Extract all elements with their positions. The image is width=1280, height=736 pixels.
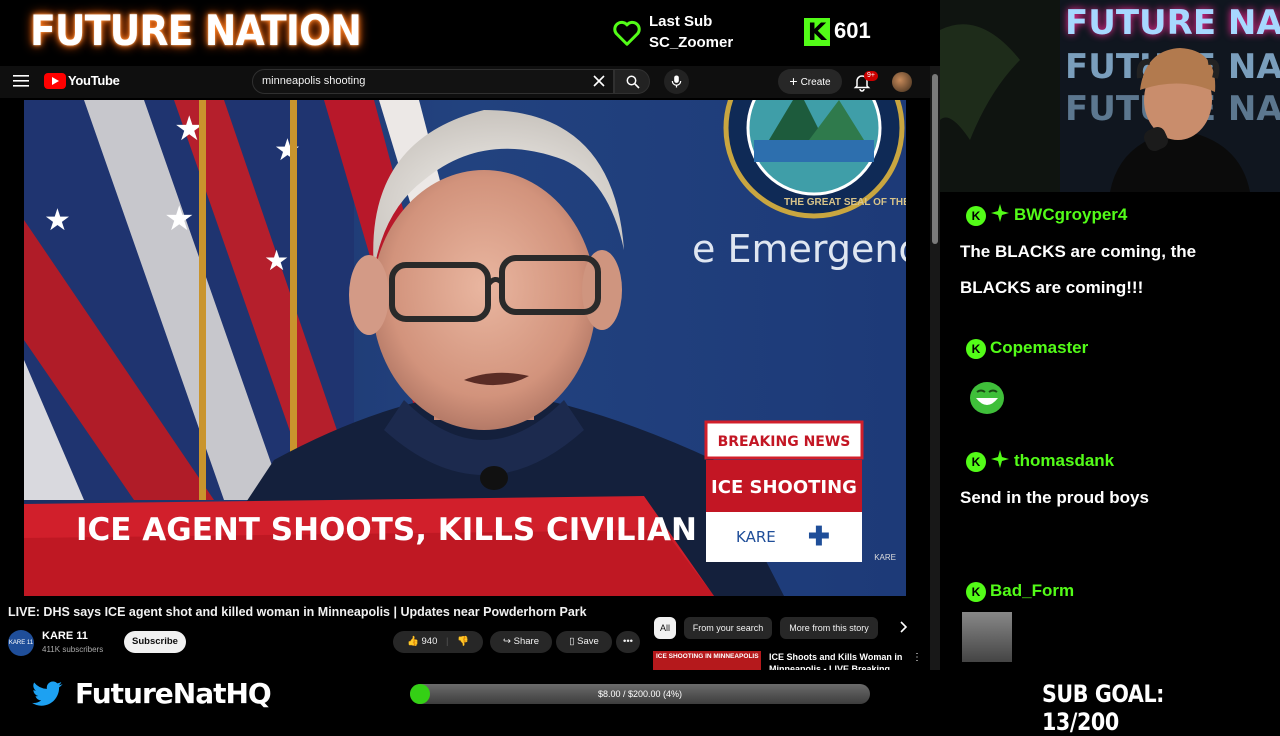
svg-text:★: ★	[164, 200, 194, 238]
heart-icon	[613, 20, 641, 46]
channel-logo: FUTURE NATION	[30, 6, 362, 55]
more-horizontal-icon: •••	[623, 636, 633, 647]
microphone-icon	[671, 75, 682, 88]
emote-laughing-icon	[968, 380, 1006, 416]
backdrop-text: e Emergency	[692, 227, 906, 271]
share-button[interactable]: ↪ Share	[490, 631, 552, 653]
save-button[interactable]: ▯ Save	[556, 631, 612, 653]
account-avatar[interactable]	[892, 72, 912, 92]
chevron-right-icon[interactable]	[896, 620, 910, 634]
more-vertical-icon[interactable]: ⋮	[912, 652, 922, 663]
svg-text:★: ★	[44, 204, 71, 237]
chip-more-from-this-story[interactable]: More from this story	[780, 617, 878, 639]
seal-text: THE GREAT SEAL OF THE STATE OF MINNESOTA	[784, 197, 906, 208]
dislike-button[interactable]: 👎	[457, 636, 469, 647]
like-count: 940	[421, 636, 438, 647]
chat-username[interactable]: K Copemaster	[966, 338, 1088, 359]
breaking-news-label: BREAKING NEWS	[718, 434, 851, 450]
last-sub-label: Last Sub	[649, 13, 713, 30]
recommended-video-title[interactable]: ICE Shoots and Kills Woman in Minneapoli…	[769, 651, 909, 671]
chat-username[interactable]: K Bad_Form	[966, 581, 1074, 602]
chat-message: Send in the proud boys	[960, 488, 1149, 507]
twitter-handle: FutureNatHQ	[75, 677, 272, 710]
username-text: Bad_Form	[990, 581, 1075, 600]
video-frame: ★ ★ ★ ★ ★ THE GREAT SEAL OF THE STATE OF…	[24, 100, 906, 596]
clear-search-icon[interactable]	[592, 74, 606, 88]
headline: ICE AGENT SHOOTS, KILLS CIVILIAN	[76, 512, 697, 548]
channel-subscriber-count: 411K subscribers	[42, 645, 104, 654]
video-player[interactable]: ★ ★ ★ ★ ★ THE GREAT SEAL OF THE STATE OF…	[24, 100, 906, 596]
notification-count-badge: 9+	[864, 71, 878, 81]
channel-avatar[interactable]: KARE 11	[8, 630, 34, 656]
kick-logo-icon: K	[804, 18, 830, 46]
search-icon	[626, 75, 640, 89]
webcam-frame: FUTURE NATION FUTURE NATION FUTURE NATIO…	[940, 0, 1280, 192]
kick-badge-icon: K	[966, 205, 986, 226]
chip-all[interactable]: All	[654, 617, 676, 639]
twitter-icon	[32, 681, 63, 706]
username-text: thomasdank	[1014, 450, 1115, 470]
thumbs-down-icon: 👎	[457, 636, 469, 647]
youtube-logo-icon[interactable]	[44, 73, 66, 89]
kick-badge-icon: K	[966, 338, 986, 359]
like-button[interactable]: 👍 940	[407, 636, 437, 647]
scrollbar-thumb[interactable]	[932, 74, 938, 244]
thumbs-up-icon: 👍	[407, 636, 419, 647]
sub-goal: SUB GOAL: 13/200	[1042, 680, 1164, 736]
username-text: BWCgroyper4	[1014, 204, 1128, 224]
station-watermark: KARE	[874, 553, 896, 562]
bookmark-icon: ▯	[569, 636, 575, 647]
subscriber-badge-icon	[990, 449, 1010, 474]
neon-sign-text: FUTURE NATION	[1065, 3, 1280, 43]
subscribe-button[interactable]: Subscribe	[124, 631, 186, 653]
last-sub-name: SC_Zoomer	[649, 34, 734, 51]
create-button[interactable]: + Create	[778, 69, 842, 94]
donation-goal-text: $8.00 / $200.00 (4%)	[597, 689, 683, 699]
chip-from-your-search[interactable]: From your search	[684, 617, 772, 639]
like-dislike-group: 👍 940 | 👎	[393, 631, 483, 653]
chat-message: The BLACKS are coming, the BLACKS are co…	[960, 242, 1197, 297]
kick-badge-icon: K	[966, 451, 986, 472]
youtube-header: YouTube minneapolis shooting + Create 9+	[0, 66, 940, 98]
hamburger-menu-icon[interactable]	[13, 75, 29, 87]
subscriber-badge-icon	[990, 203, 1010, 228]
svg-text:★: ★	[264, 245, 289, 276]
ice-shooting-label: ICE SHOOTING	[711, 477, 857, 498]
search-button[interactable]	[614, 69, 650, 94]
chat-username[interactable]: K BWCgroyper4	[966, 203, 1127, 228]
webcam-feed: FUTURE NATION FUTURE NATION FUTURE NATIO…	[940, 0, 1280, 192]
emote-image	[962, 612, 1012, 662]
video-title: LIVE: DHS says ICE agent shot and killed…	[8, 605, 587, 619]
plus-icon: +	[789, 73, 798, 89]
share-label: Share	[513, 636, 539, 647]
kick-badge-icon: K	[966, 581, 986, 602]
more-actions-button[interactable]: •••	[616, 631, 640, 653]
chat-username[interactable]: Kthomasdank	[966, 449, 1114, 474]
station-plus-icon: ✚	[808, 521, 830, 551]
save-label: Save	[577, 636, 599, 647]
follower-count: 601	[834, 18, 871, 43]
create-label: Create	[800, 77, 831, 88]
channel-name[interactable]: KARE 11	[42, 630, 88, 642]
search-input-value[interactable]: minneapolis shooting	[262, 75, 365, 87]
share-icon: ↪	[503, 636, 511, 647]
recommended-video-thumbnail[interactable]: ICE SHOOTING IN MINNEAPOLIS	[653, 651, 761, 671]
youtube-brand[interactable]: YouTube	[68, 73, 120, 88]
station-logo: KARE	[736, 528, 776, 546]
username-text: Copemaster	[990, 338, 1089, 357]
voice-search-button[interactable]	[664, 69, 689, 94]
